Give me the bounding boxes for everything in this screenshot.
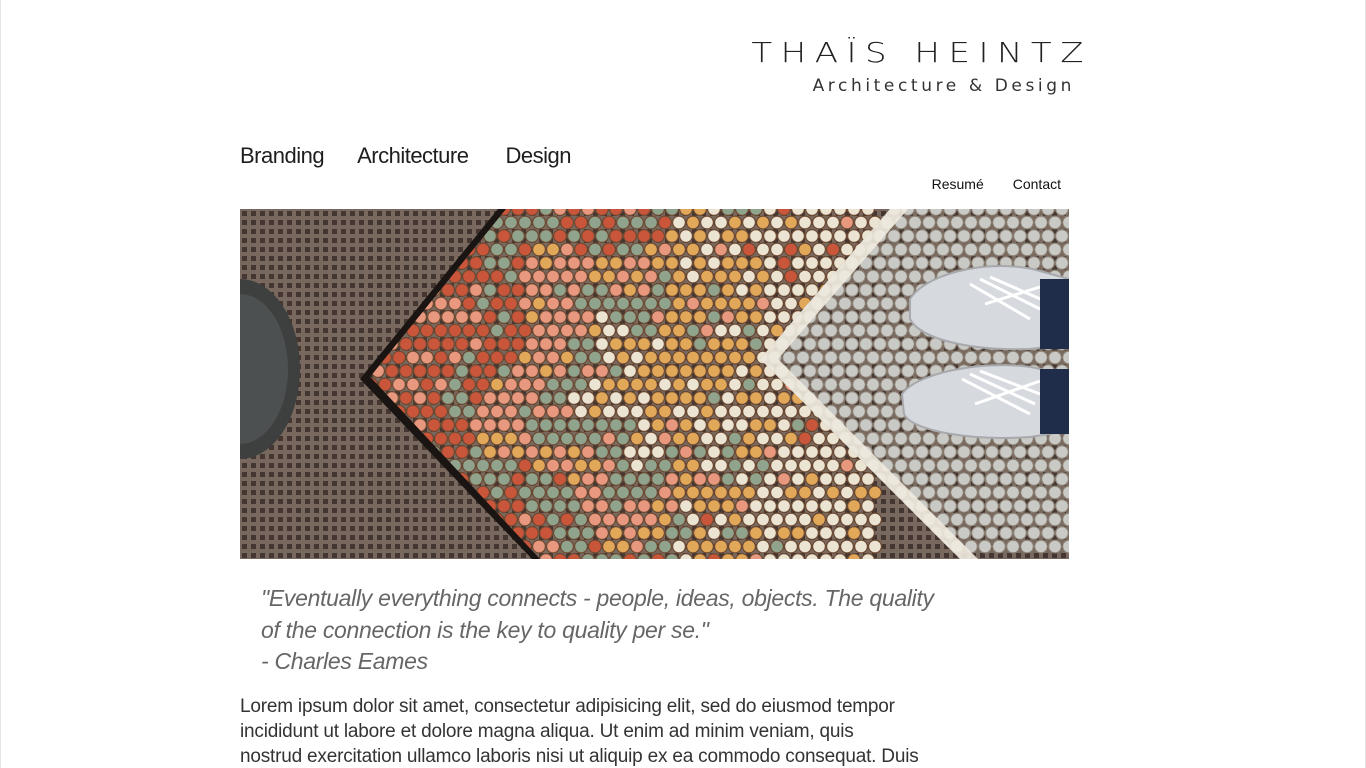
nav-branding[interactable]: Branding [240, 143, 325, 169]
quote-attribution: - Charles Eames [261, 648, 428, 674]
nav-resume[interactable]: Resumé [932, 176, 984, 192]
paragraph-line: Lorem ipsum dolor sit amet, consectetur … [240, 696, 895, 717]
nav-contact[interactable]: Contact [1013, 176, 1061, 192]
featured-quote: "Eventually everything connects - people… [261, 583, 961, 678]
quote-line: of the connection is the key to quality … [261, 616, 709, 643]
nav-design[interactable]: Design [505, 143, 571, 169]
hero-image [240, 209, 1069, 559]
intro-paragraph: Lorem ipsum dolor sit amet, consectetur … [240, 694, 940, 768]
paragraph-line: nostrud exercitation ullamco laboris nis… [240, 746, 919, 767]
quote-line: "Eventually everything connects - people… [261, 585, 934, 611]
nav-architecture[interactable]: Architecture [357, 143, 469, 169]
site-logo[interactable]: THAÏS HEINTZ Architecture & Design [701, 36, 1083, 96]
secondary-nav: Resumé Contact [932, 176, 1061, 192]
paragraph-line: incididunt ut labore et dolore magna ali… [240, 721, 854, 742]
brand-tagline: Architecture & Design [812, 76, 1075, 96]
brand-name: THAÏS HEINTZ [751, 37, 1092, 69]
main-nav: Branding Architecture Design [240, 143, 571, 169]
